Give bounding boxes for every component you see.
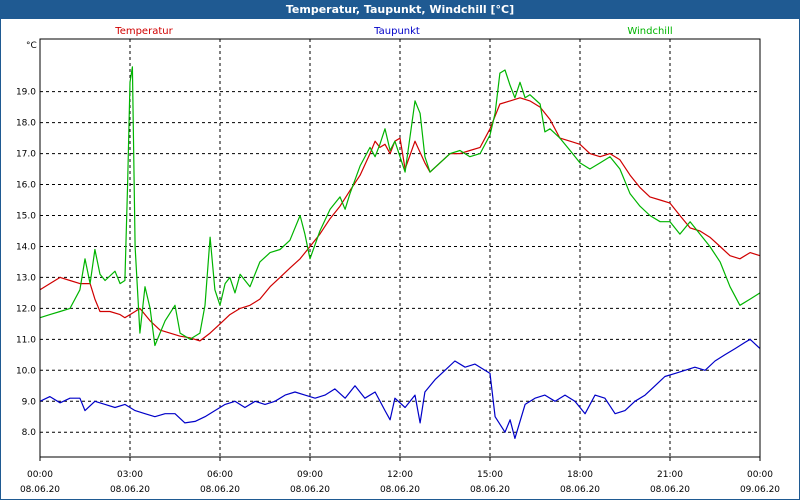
y-tick-label: 10.0 — [16, 366, 36, 376]
line-chart: Temperatur Taupunkt Windchill °C 8.0 9.0 1… — [16, 26, 780, 495]
legend-taupunkt: Taupunkt — [373, 26, 420, 37]
grid — [40, 39, 760, 457]
x-tick-date: 08.06.20 — [290, 485, 330, 495]
x-tick-date: 08.06.20 — [380, 485, 420, 495]
x-tick-time: 12:00 — [387, 470, 413, 480]
axes: 8.0 9.0 10.0 11.0 12.0 13.0 14.0 15.0 16.0 17.0 18… — [16, 38, 780, 495]
x-tick-date: 08.06.20 — [20, 485, 60, 495]
y-axis-unit: °C — [26, 41, 37, 51]
y-tick-label: 19.0 — [16, 88, 36, 98]
x-tick-date: 08.06.20 — [470, 485, 510, 495]
x-tick-time: 00:00 — [27, 470, 53, 480]
legend-windchill: Windchill — [627, 26, 672, 37]
y-tick-label: 11.0 — [16, 335, 36, 345]
x-tick-date: 08.06.20 — [560, 485, 600, 495]
x-tick-time: 21:00 — [657, 470, 683, 480]
y-tick-label: 18.0 — [16, 119, 36, 129]
x-tick-time: 15:00 — [477, 470, 503, 480]
x-tick-time: 03:00 — [117, 470, 143, 480]
x-tick-time: 00:00 — [747, 470, 773, 480]
x-tick-date: 09.06.20 — [740, 485, 780, 495]
y-tick-label: 13.0 — [16, 273, 36, 283]
y-tick-label: 8.0 — [22, 428, 37, 438]
x-tick-time: 18:00 — [567, 470, 593, 480]
x-tick-time: 09:00 — [297, 470, 323, 480]
y-tick-label: 17.0 — [16, 150, 36, 160]
x-tick-date: 08.06.20 — [650, 485, 690, 495]
y-tick-label: 15.0 — [16, 211, 36, 221]
y-tick-label: 14.0 — [16, 242, 36, 252]
y-tick-label: 9.0 — [22, 397, 37, 407]
legend-temperatur: Temperatur — [114, 26, 173, 37]
y-tick-label: 12.0 — [16, 304, 36, 314]
x-tick-date: 08.06.20 — [110, 485, 150, 495]
y-tick-label: 16.0 — [16, 181, 36, 191]
x-tick-date: 08.06.20 — [200, 485, 240, 495]
x-tick-time: 06:00 — [207, 470, 233, 480]
